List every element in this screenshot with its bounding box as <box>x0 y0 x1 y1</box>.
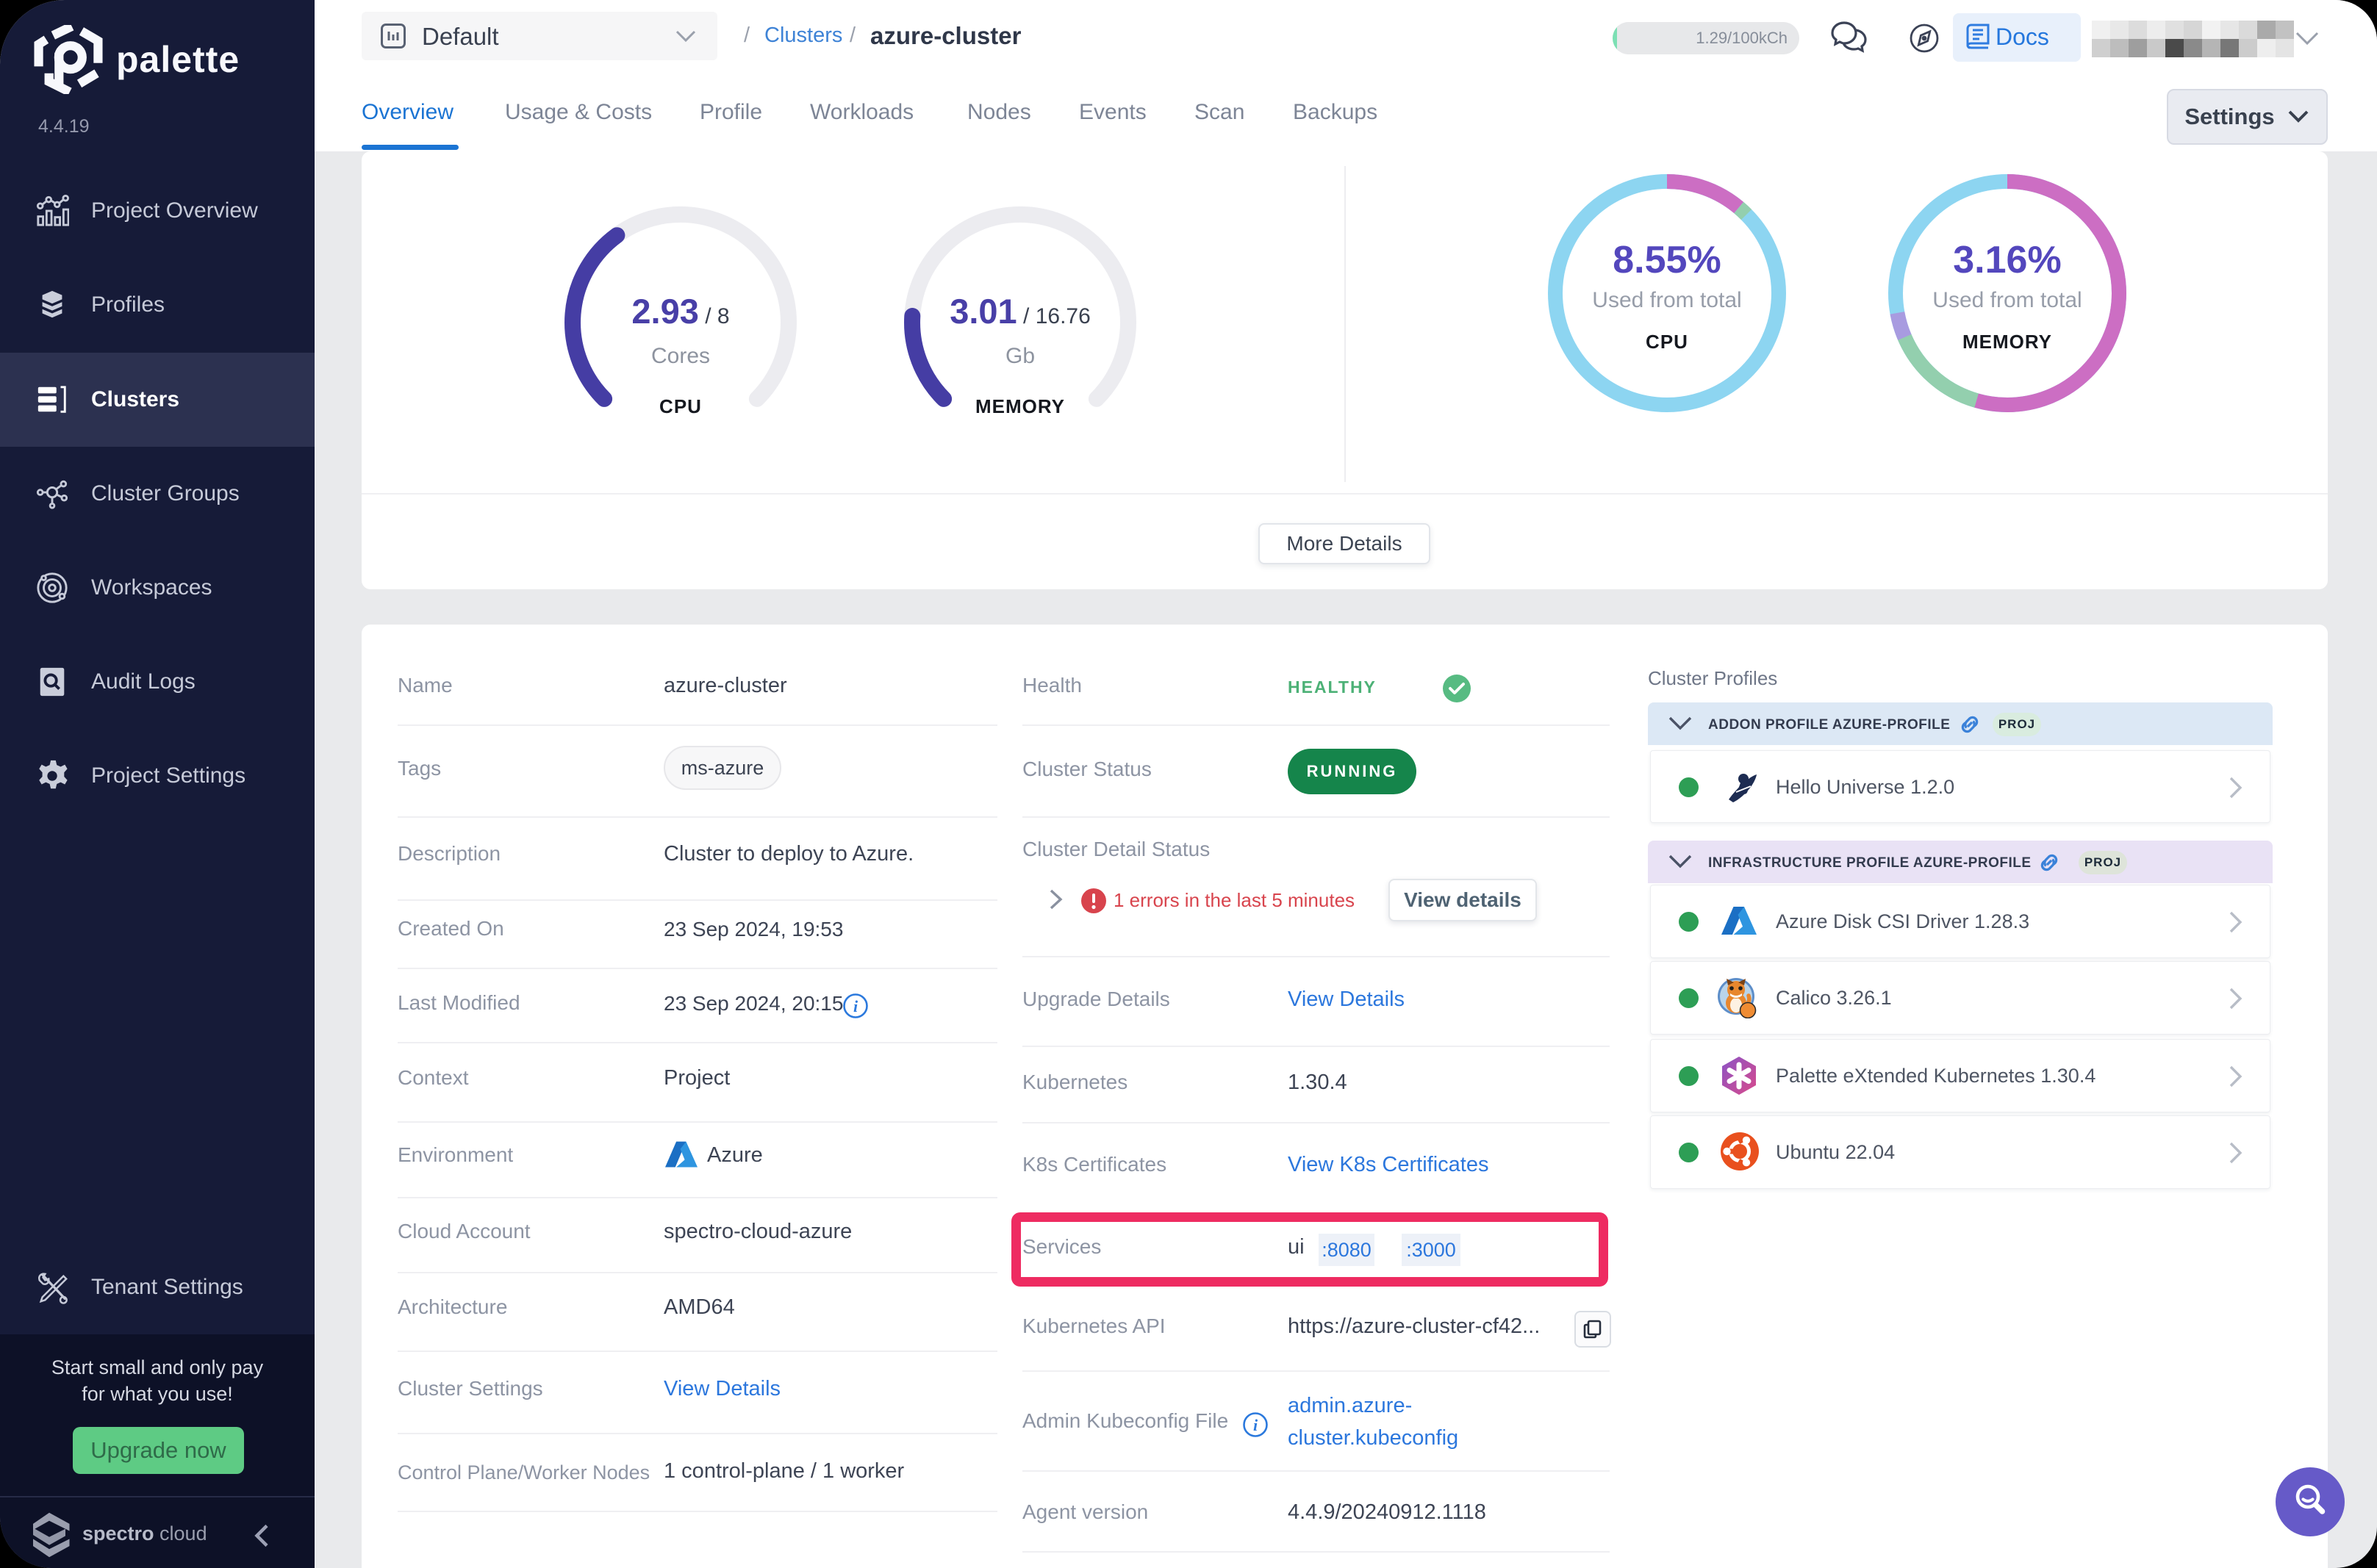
svg-text:i: i <box>853 997 858 1015</box>
svg-text:i: i <box>1253 1416 1258 1434</box>
